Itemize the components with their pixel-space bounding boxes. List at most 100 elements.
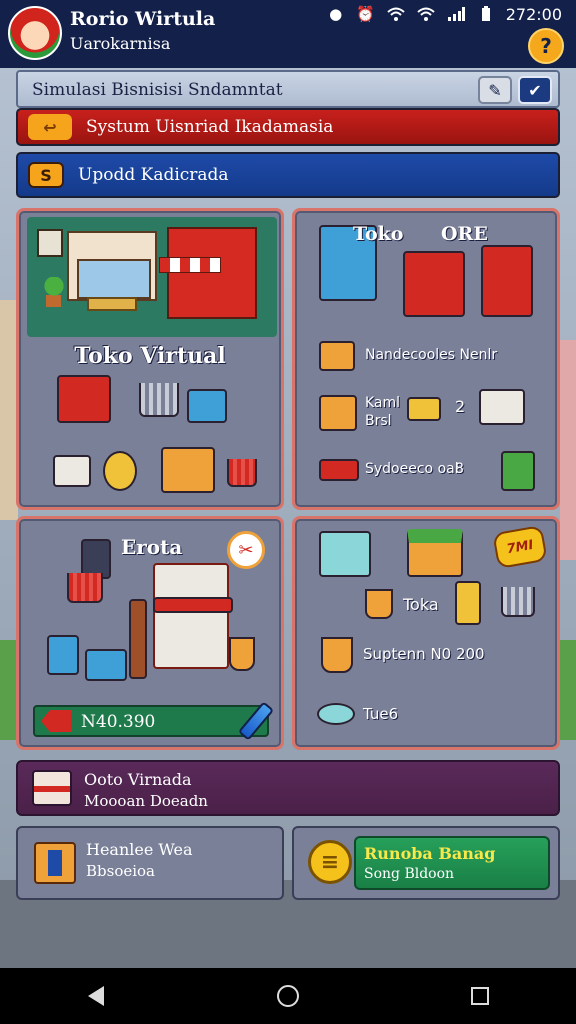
rewards-button-title: Runoba Banag	[364, 844, 496, 863]
system-banner[interactable]: ↩ Systum Uisnriad Ikadamasia	[16, 108, 560, 146]
supteno-label: Suptenn N0 200	[363, 645, 485, 663]
update-banner[interactable]: S Upodd Kadicrada	[16, 152, 560, 198]
toka-label: Toka	[403, 595, 439, 614]
sale-badge-icon[interactable]: ✂	[227, 531, 265, 569]
confirm-button[interactable]: ✔	[518, 76, 552, 104]
store-ore-title-left: Toko	[353, 223, 404, 245]
market-stall-icon	[403, 251, 465, 317]
virtual-store-title: Toko Virtual	[74, 343, 226, 369]
pencil-icon: ✎	[488, 80, 502, 100]
erota-title: Erota	[121, 535, 183, 559]
store-ore-card[interactable]: Toko ORE Nandecooles Nenlr Kaml Brsl 2 S…	[292, 208, 560, 510]
toka-card[interactable]: 7MI Toka Suptenn N0 200 Tue6	[292, 516, 560, 750]
status-icons: ● ⏰ 272:00	[326, 4, 562, 24]
menu-board-icon[interactable]	[455, 581, 481, 625]
delivery-panel[interactable]: Heanlee Wea Bbsoeioa	[16, 826, 284, 900]
online-order-subtitle: Moooan Doeadn	[84, 792, 208, 810]
bag-icon[interactable]	[501, 451, 535, 491]
nav-back-button[interactable]	[66, 976, 126, 1016]
back-triangle-icon	[88, 986, 104, 1006]
avatar[interactable]	[8, 6, 62, 60]
currency-icon: S	[28, 162, 64, 188]
rewards-panel[interactable]: ≡ Runoba Banag Song Bldoon	[292, 826, 560, 900]
store-ore-row2-num: 2	[455, 397, 466, 416]
red-cart-icon	[67, 573, 103, 603]
price-tag-icon	[41, 710, 71, 732]
register-icon[interactable]	[479, 389, 525, 425]
tray-icon[interactable]	[319, 459, 359, 481]
system-nav-bar	[0, 968, 576, 1024]
update-banner-text: Upodd Kadicrada	[78, 165, 229, 185]
plant-icon	[43, 277, 65, 307]
store-ore-row1: Nandecooles Nenlr	[365, 347, 498, 363]
coin-icon: ≡	[308, 840, 352, 884]
background-building-right	[560, 340, 576, 560]
cart-icon[interactable]	[139, 383, 179, 417]
plant-pot-icon[interactable]	[321, 637, 353, 673]
red-stand-icon[interactable]	[57, 375, 111, 423]
nav-recents-button[interactable]	[450, 976, 510, 1016]
price-display[interactable]: N40.390	[33, 701, 275, 741]
pen-icon	[237, 701, 275, 741]
green-crate-icon[interactable]	[407, 529, 463, 577]
wifi-alt-icon	[416, 4, 436, 24]
basket-icon[interactable]	[319, 341, 355, 371]
virtual-store-card[interactable]: Toko Virtual	[16, 208, 284, 510]
clock: 272:00	[505, 4, 562, 24]
produce-box-icon	[85, 649, 127, 681]
store-ore-row2-line2: Brsl	[365, 413, 392, 429]
truck-icon[interactable]	[407, 397, 441, 421]
erota-card[interactable]: Erota ✂ N40.390	[16, 516, 284, 750]
gift-box-icon[interactable]	[53, 455, 91, 487]
delivery-subtitle: Bbsoeioa	[86, 862, 156, 880]
background-grass-right	[560, 640, 576, 740]
help-button[interactable]: ?	[528, 28, 564, 64]
signal-icon	[446, 4, 466, 24]
coin-stack-icon[interactable]	[103, 451, 137, 491]
freezer-icon[interactable]	[319, 531, 371, 577]
small-cart-icon[interactable]	[227, 459, 257, 487]
store-ore-row3-num: 8	[455, 461, 464, 477]
ladder-icon	[129, 599, 147, 679]
kiosk-icon	[167, 227, 257, 319]
home-circle-icon	[277, 985, 299, 1007]
system-banner-text: Systum Uisnriad Ikadamasia	[86, 117, 334, 137]
sign-icon	[37, 229, 63, 257]
page-title: Simulasi Bisnisisi Sndamntat	[32, 80, 283, 100]
store-ore-title-right: ORE	[441, 223, 488, 245]
edit-button[interactable]: ✎	[478, 76, 512, 104]
cart-icon[interactable]	[501, 587, 535, 617]
delivery-crate-icon	[34, 842, 76, 884]
shop-icon	[481, 245, 533, 317]
price-value: N40.390	[81, 712, 156, 732]
rewards-button[interactable]: Runoba Banag Song Bldoon	[354, 836, 550, 890]
awning-icon	[159, 257, 221, 273]
online-order-panel[interactable]: Ooto Virnada Moooan Doeadn	[16, 760, 560, 816]
check-icon: ✔	[528, 80, 542, 100]
fridge-icon	[47, 635, 79, 675]
store-ore-row3: Sydoeeco oal	[365, 461, 459, 477]
produce-crate-icon[interactable]	[319, 395, 357, 431]
title-bar: Simulasi Bisnisisi Sndamntat ✎ ✔	[16, 70, 560, 108]
recents-square-icon	[471, 987, 489, 1005]
wifi-icon	[386, 4, 406, 24]
alarm-icon: ⏰	[356, 5, 376, 23]
store-ore-heading: Toko ORE	[353, 223, 488, 245]
plate-icon[interactable]	[317, 703, 355, 725]
store-ore-row2-line1: Kaml	[365, 395, 401, 411]
tue-label: Tue6	[363, 705, 399, 723]
flower-pot-icon	[229, 637, 255, 671]
storefront-icon	[153, 563, 229, 669]
app-title: Rorio Wirtula	[70, 8, 216, 30]
shop-building-icon	[67, 231, 157, 301]
rewards-button-subtitle: Song Bldoon	[364, 866, 455, 882]
promo-badge[interactable]: 7MI	[492, 524, 548, 570]
crate-icon[interactable]	[161, 447, 215, 493]
storefront-awning-icon	[153, 597, 233, 613]
potted-plant-icon[interactable]	[365, 589, 393, 619]
record-icon: ●	[329, 5, 343, 23]
app-subtitle: Uarokarnisa	[70, 34, 171, 53]
blue-box-icon[interactable]	[187, 389, 227, 423]
delivery-title: Heanlee Wea	[86, 840, 193, 859]
nav-home-button[interactable]	[258, 976, 318, 1016]
